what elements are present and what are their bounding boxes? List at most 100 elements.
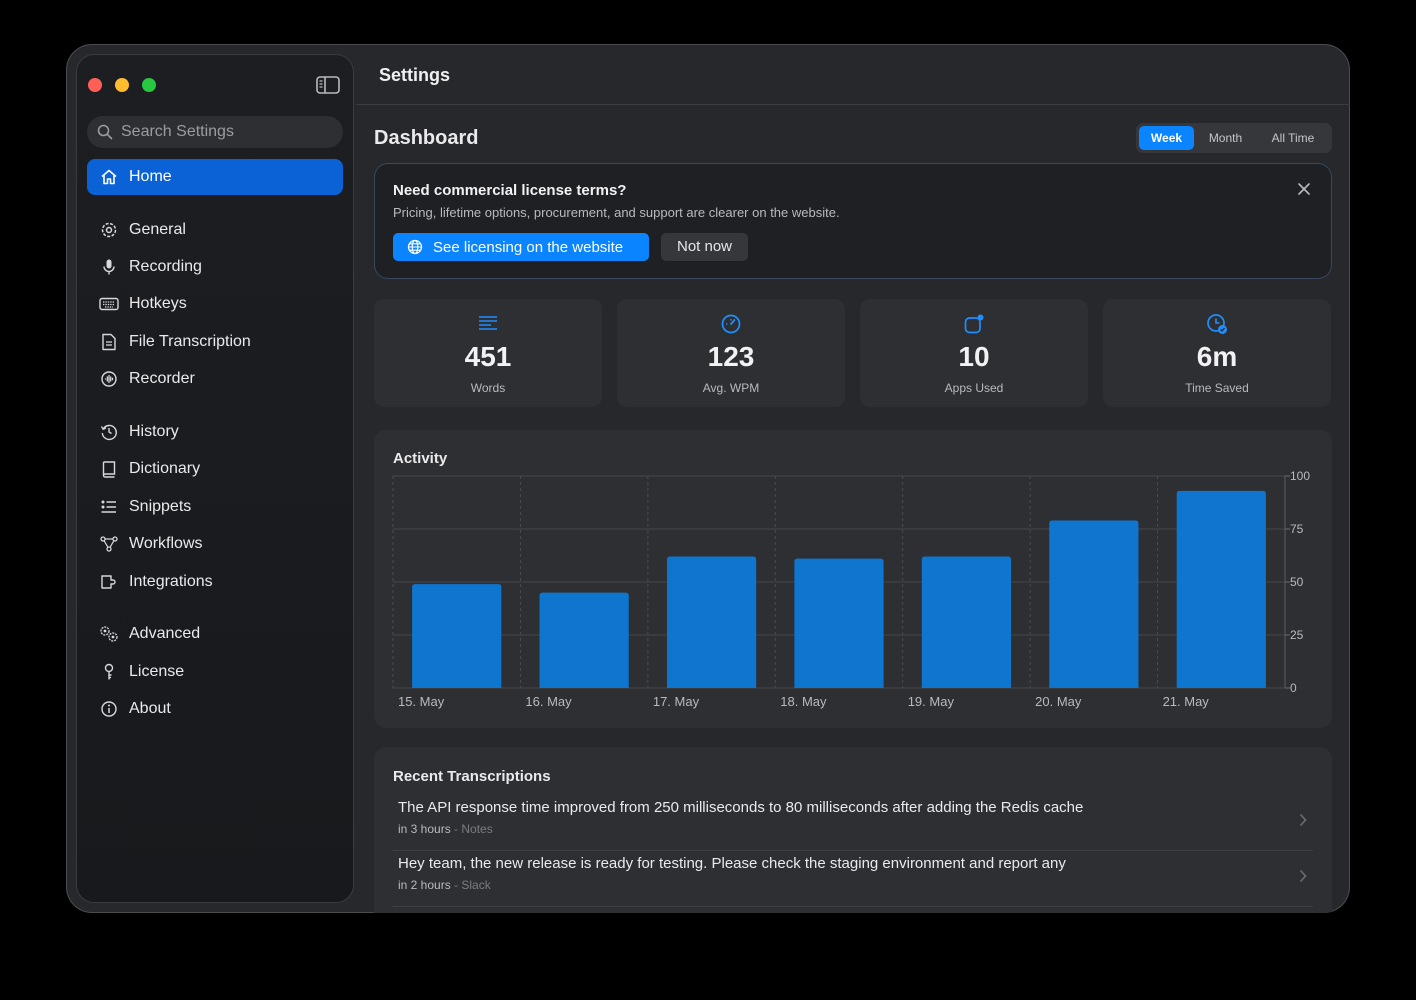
sidebar-item-workflows[interactable]: Workflows — [87, 526, 343, 562]
y-tick-label: 100 — [1290, 469, 1310, 483]
license-banner: Need commercial license terms? Pricing, … — [374, 163, 1332, 279]
minimize-window-button[interactable] — [115, 78, 129, 92]
transcription-time: in 2 hours — [398, 878, 451, 892]
sidebar-item-dictionary[interactable]: Dictionary — [87, 451, 343, 487]
stat-value: 451 — [464, 341, 512, 372]
recent-transcriptions-panel: Recent Transcriptions The API response t… — [374, 747, 1332, 913]
x-tick-label: 20. May — [1035, 694, 1082, 709]
stat-label: Apps Used — [944, 381, 1004, 395]
text-lines-icon — [479, 316, 497, 330]
app-window: Home General Recording Hotkeys File Tran — [66, 44, 1350, 913]
document-icon — [99, 332, 119, 352]
keyboard-icon — [99, 294, 119, 314]
range-month-button[interactable]: Month — [1194, 126, 1257, 150]
speedometer-icon — [721, 314, 741, 334]
transcription-app: - Slack — [454, 878, 491, 892]
sidebar-item-label: Home — [129, 168, 172, 185]
close-icon[interactable] — [1296, 181, 1312, 197]
stat-card-time-saved: 6m Time Saved — [1103, 299, 1331, 407]
chevron-right-icon — [1299, 869, 1307, 883]
search-input[interactable] — [119, 122, 333, 142]
sidebar-item-label: General — [129, 221, 186, 238]
sidebar-item-integrations[interactable]: Integrations — [87, 564, 343, 600]
integrations-icon — [99, 572, 119, 592]
gear-icon — [99, 220, 119, 240]
transcription-text: Hey team, the new release is ready for t… — [398, 855, 1066, 872]
banner-title: Need commercial license terms? — [393, 182, 627, 199]
x-tick-label: 18. May — [780, 694, 827, 709]
bar — [1049, 520, 1139, 688]
y-tick-label: 50 — [1290, 575, 1304, 589]
main-content: Settings Dashboard Week Month All Time N… — [356, 44, 1350, 913]
stat-label: Words — [470, 381, 506, 395]
key-icon — [99, 662, 119, 682]
sidebar-item-snippets[interactable]: Snippets — [87, 489, 343, 525]
sidebar-item-history[interactable]: History — [87, 414, 343, 450]
sidebar-item-label: Advanced — [129, 625, 201, 642]
sidebar-item-file-transcription[interactable]: File Transcription — [87, 324, 343, 360]
stat-label: Avg. WPM — [702, 381, 760, 395]
banner-subtitle: Pricing, lifetime options, procurement, … — [393, 205, 840, 220]
sidebar-item-label: License — [129, 663, 185, 680]
x-tick-label: 21. May — [1163, 694, 1210, 709]
sidebar-item-label: Workflows — [129, 535, 203, 552]
search-icon — [97, 124, 113, 140]
sidebar-toggle-icon[interactable] — [316, 75, 340, 95]
transcription-meta: in 2 hours - Slack — [398, 878, 491, 892]
sidebar-item-advanced[interactable]: Advanced — [87, 616, 343, 652]
see-licensing-label: See licensing on the website — [433, 238, 624, 256]
book-icon — [99, 459, 119, 479]
app-badge-icon — [964, 314, 984, 334]
stat-card-apps: 10 Apps Used — [860, 299, 1088, 407]
sidebar-item-label: Integrations — [129, 573, 213, 590]
y-tick-label: 75 — [1290, 522, 1304, 536]
sidebar-item-label: File Transcription — [129, 333, 251, 350]
stat-value: 123 — [707, 341, 755, 372]
microphone-icon — [99, 257, 119, 277]
stat-label: Time Saved — [1185, 381, 1249, 395]
x-tick-label: 17. May — [653, 694, 700, 709]
range-all-time-button[interactable]: All Time — [1257, 126, 1329, 150]
stat-card-words: 451 Words — [374, 299, 602, 407]
range-week-button[interactable]: Week — [1139, 126, 1194, 150]
bar — [1176, 490, 1266, 688]
sidebar-item-hotkeys[interactable]: Hotkeys — [87, 286, 343, 322]
y-tick-label: 0 — [1290, 681, 1297, 695]
sidebar-item-recording[interactable]: Recording — [87, 249, 343, 285]
transcription-time: in 3 hours — [398, 822, 451, 836]
bar — [794, 558, 884, 688]
see-licensing-button[interactable]: See licensing on the website — [393, 233, 649, 261]
zoom-window-button[interactable] — [142, 78, 156, 92]
sidebar-item-recorder[interactable]: Recorder — [87, 361, 343, 397]
toolbar: Settings — [356, 44, 1350, 105]
sidebar-item-license[interactable]: License — [87, 654, 343, 690]
stat-value: 10 — [958, 341, 990, 372]
home-icon — [99, 167, 119, 187]
transcription-text: The API response time improved from 250 … — [398, 799, 1084, 816]
stat-value: 6m — [1196, 341, 1238, 372]
list-icon — [99, 497, 119, 517]
x-tick-label: 16. May — [525, 694, 572, 709]
clock-check-icon — [1207, 314, 1227, 334]
transcription-row[interactable]: Hey team, the new release is ready for t… — [393, 850, 1313, 907]
sidebar-item-about[interactable]: About — [87, 691, 343, 727]
sidebar-item-label: About — [129, 700, 171, 717]
sidebar-item-home[interactable]: Home — [87, 159, 343, 195]
sidebar-item-general[interactable]: General — [87, 212, 343, 248]
sidebar-item-label: History — [129, 423, 179, 440]
stat-card-wpm: 123 Avg. WPM — [617, 299, 845, 407]
recent-title: Recent Transcriptions — [393, 768, 551, 785]
window-title: Settings — [379, 65, 451, 85]
sidebar-item-label: Recording — [129, 258, 202, 275]
not-now-button[interactable]: Not now — [661, 233, 748, 261]
page-title: Dashboard — [374, 127, 479, 149]
close-window-button[interactable] — [88, 78, 102, 92]
activity-panel: Activity 0 25 50 75 100 15. May 16. May 17. May… — [374, 430, 1332, 728]
search-field[interactable] — [87, 116, 343, 148]
bar — [539, 592, 629, 688]
range-segmented-control: Week Month All Time — [1136, 123, 1332, 153]
bar — [921, 556, 1012, 688]
transcription-row[interactable]: The API response time improved from 250 … — [393, 794, 1313, 851]
info-icon — [99, 699, 119, 719]
sidebar-item-label: Dictionary — [129, 460, 201, 477]
